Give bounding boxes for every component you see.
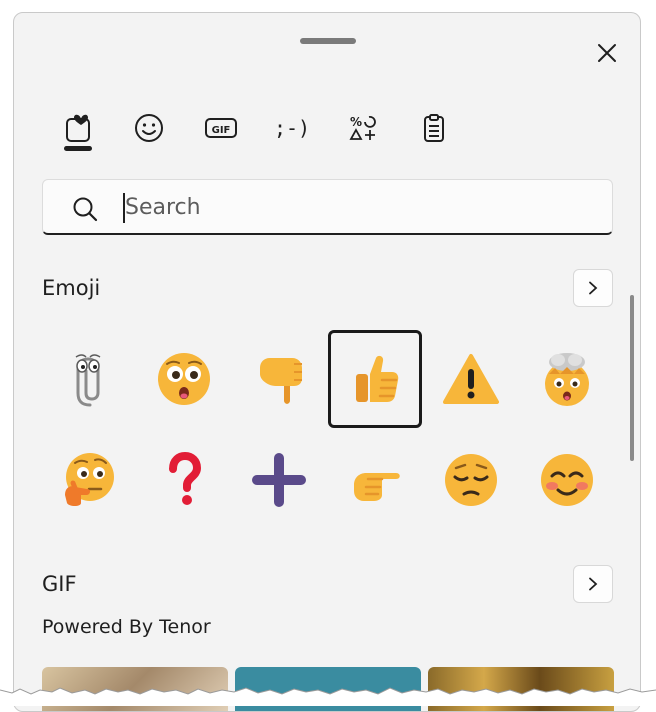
svg-text:%: % [350, 115, 362, 129]
emoji-pointing-down[interactable] [232, 330, 326, 428]
vertical-scrollbar[interactable] [630, 295, 634, 461]
paperclip-icon [75, 354, 101, 407]
emoji-warning[interactable] [424, 330, 518, 428]
emoji-panel: GIF ;-) % Search Emoji GIF Powered By Te… [13, 12, 641, 712]
smiling-face-icon [541, 454, 593, 506]
thumbs-up-icon [356, 355, 399, 402]
gif-icon: GIF [205, 118, 237, 138]
search-box[interactable] [42, 179, 613, 235]
tab-kaomoji[interactable]: ;-) [272, 108, 312, 148]
chevron-right-icon [589, 577, 598, 591]
tab-symbols[interactable]: % [343, 108, 383, 148]
smiley-icon [135, 114, 163, 142]
thinking-face-icon [65, 453, 114, 506]
tab-favorites[interactable] [58, 108, 98, 148]
gif-tab-label: GIF [212, 125, 231, 136]
clipboard-icon [424, 114, 444, 142]
tab-clipboard[interactable] [414, 108, 454, 148]
symbols-icon: % [349, 115, 376, 140]
plus-icon [252, 453, 306, 507]
gif-section-title: GIF [42, 572, 77, 596]
emoji-thinking-face[interactable] [41, 431, 135, 529]
emoji-smiling-face[interactable] [520, 431, 614, 529]
chevron-right-icon [589, 281, 598, 295]
emoji-pointing-right[interactable] [328, 431, 422, 529]
kaomoji-icon: ;-) [273, 116, 311, 140]
emoji-section-title: Emoji [42, 276, 101, 300]
emoji-flushed-face[interactable] [137, 330, 231, 428]
exploding-head-icon [545, 353, 589, 406]
drag-handle[interactable] [300, 38, 356, 44]
gif-powered-by: Powered By Tenor [42, 616, 211, 638]
emoji-plus[interactable] [232, 431, 326, 529]
search-input[interactable] [125, 189, 595, 225]
active-tab-indicator [64, 146, 92, 151]
emoji-see-more-button[interactable] [573, 269, 613, 307]
search-icon [73, 197, 98, 222]
emoji-question-mark[interactable] [137, 431, 231, 529]
pensive-face-icon [445, 454, 497, 506]
tab-gif[interactable]: GIF [201, 108, 241, 148]
emoji-thumbs-up[interactable] [328, 330, 422, 428]
emoji-paperclip[interactable] [41, 330, 135, 428]
warning-icon [443, 354, 499, 404]
pointing-right-icon [354, 473, 400, 501]
question-mark-icon [169, 451, 202, 505]
close-icon [598, 44, 616, 62]
heart-clipboard-icon [66, 114, 90, 142]
torn-edge-decoration [0, 687, 656, 706]
emoji-pensive-face[interactable] [424, 431, 518, 529]
gif-see-more-button[interactable] [573, 565, 613, 603]
close-button[interactable] [592, 38, 622, 68]
pointing-down-icon [260, 358, 302, 404]
emoji-exploding-head[interactable] [520, 330, 614, 428]
tab-emoji[interactable] [129, 108, 169, 148]
flushed-face-icon [158, 353, 210, 405]
